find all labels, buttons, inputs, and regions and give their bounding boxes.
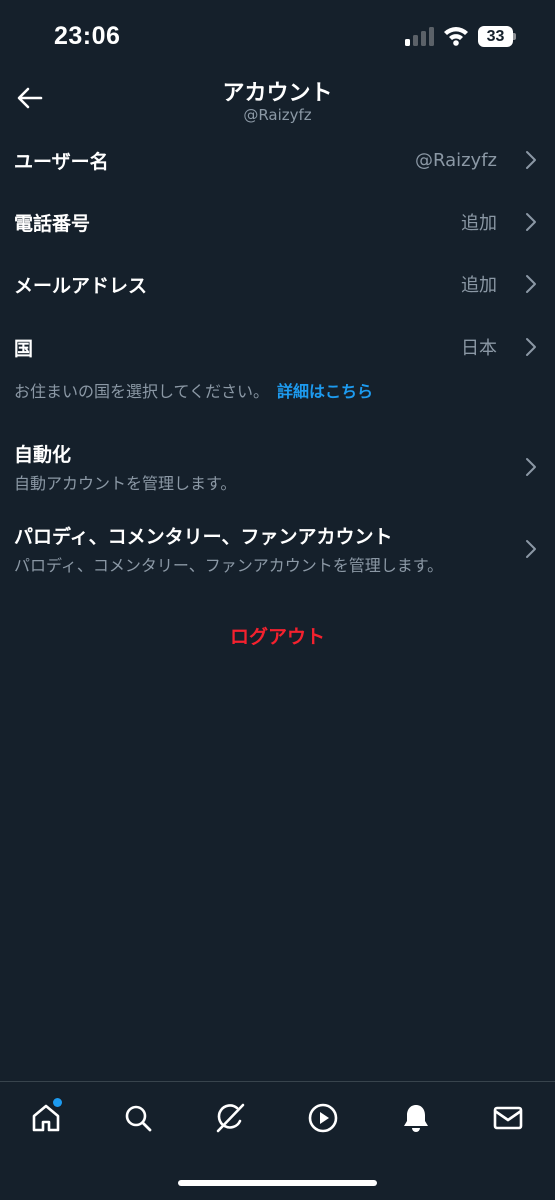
nav-messages[interactable] bbox=[488, 1098, 528, 1138]
phone-row[interactable]: 電話番号 追加 bbox=[0, 191, 555, 253]
chevron-right-icon bbox=[526, 458, 536, 476]
automation-description: 自動アカウントを管理します。 bbox=[14, 474, 237, 493]
country-row[interactable]: 国 日本 bbox=[0, 316, 555, 378]
status-bar: 23:06 33 bbox=[0, 0, 555, 70]
wifi-icon bbox=[444, 27, 468, 46]
email-label: メールアドレス bbox=[14, 274, 148, 297]
nav-grok[interactable] bbox=[210, 1098, 250, 1138]
nav-video[interactable] bbox=[303, 1098, 343, 1138]
country-label: 国 bbox=[14, 337, 34, 360]
page-title: アカウント bbox=[222, 81, 333, 106]
learn-more-link[interactable]: 詳細はこちら bbox=[277, 382, 373, 401]
parody-description: パロディ、コメンタリー、ファンアカウントを管理します。 bbox=[14, 556, 444, 575]
notification-dot bbox=[53, 1098, 62, 1107]
chevron-right-icon bbox=[526, 213, 536, 231]
bell-icon bbox=[404, 1105, 428, 1132]
account-settings-screen: 23:06 33 アカウント @Raizyfz ユーザー名 @Raizyfz 電… bbox=[0, 0, 555, 1200]
username-row[interactable]: ユーザー名 @Raizyfz bbox=[0, 129, 555, 191]
status-time: 23:06 bbox=[54, 22, 121, 50]
battery-icon: 33 bbox=[478, 26, 516, 47]
search-icon bbox=[125, 1105, 152, 1132]
battery-level: 33 bbox=[486, 27, 505, 45]
chevron-right-icon bbox=[526, 151, 536, 169]
chevron-right-icon bbox=[526, 338, 536, 356]
parody-title: パロディ、コメンタリー、ファンアカウント bbox=[14, 526, 393, 548]
nav-search[interactable] bbox=[118, 1098, 158, 1138]
country-note-text: お住まいの国を選択してください。 bbox=[14, 382, 270, 401]
username-label: ユーザー名 bbox=[14, 150, 109, 173]
nav-notifications[interactable] bbox=[396, 1098, 436, 1138]
chevron-right-icon bbox=[526, 540, 536, 558]
automation-row[interactable]: 自動化 自動アカウントを管理します。 bbox=[0, 432, 555, 502]
email-row[interactable]: メールアドレス 追加 bbox=[0, 253, 555, 315]
chevron-right-icon bbox=[526, 275, 536, 293]
signal-icon bbox=[405, 27, 434, 46]
email-value: 追加 bbox=[461, 275, 497, 296]
header: アカウント @Raizyfz bbox=[0, 70, 555, 130]
mail-icon bbox=[493, 1106, 523, 1130]
home-indicator[interactable] bbox=[178, 1180, 377, 1186]
grok-icon bbox=[216, 1103, 245, 1133]
username-value: @Raizyfz bbox=[414, 149, 497, 171]
country-value: 日本 bbox=[461, 338, 497, 359]
logout-button[interactable]: ログアウト bbox=[0, 622, 555, 649]
phone-label: 電話番号 bbox=[14, 212, 91, 235]
automation-title: 自動化 bbox=[14, 444, 72, 466]
country-note: お住まいの国を選択してください。 詳細はこちら bbox=[14, 378, 373, 402]
play-icon bbox=[308, 1103, 338, 1133]
parody-row[interactable]: パロディ、コメンタリー、ファンアカウント パロディ、コメンタリー、ファンアカウン… bbox=[0, 514, 555, 584]
page-subtitle: @Raizyfz bbox=[243, 106, 312, 124]
phone-value: 追加 bbox=[461, 213, 497, 234]
nav-home[interactable] bbox=[26, 1098, 66, 1138]
